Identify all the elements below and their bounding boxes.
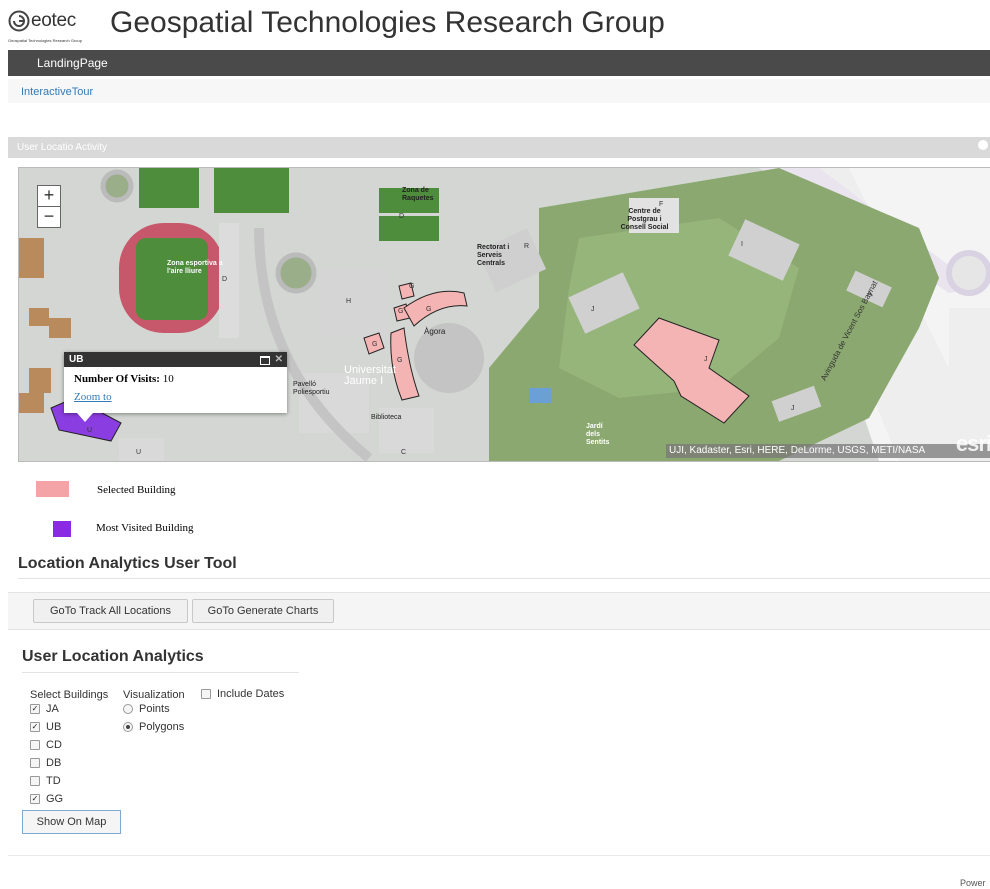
svg-text:J: J [591, 306, 595, 313]
popup-pointer [77, 413, 93, 422]
svg-text:U: U [87, 427, 92, 434]
popup-body: Number Of Visits: 10 Zoom to [64, 367, 287, 403]
building-label-ja: JA [46, 703, 59, 715]
footer-powered-by: Power [960, 878, 986, 888]
svg-text:D: D [399, 213, 404, 220]
map-label-rectorat: Rectorat i Serveis Centrals [477, 244, 510, 267]
svg-text:R: R [524, 243, 529, 250]
panel-header: User Locatio Activity [8, 137, 990, 158]
svg-text:G: G [409, 283, 414, 290]
svg-text:J: J [791, 405, 795, 412]
panel-title: User Locatio Activity [17, 142, 108, 153]
map-label-uji: Universitat Jaume I [344, 364, 396, 387]
map-label-pavello: Pavelló Poliesportiu [293, 381, 330, 396]
building-checkbox-ub[interactable]: ✓ [30, 722, 40, 732]
zoom-out-button[interactable]: − [37, 206, 61, 228]
visualization-radio-polygons[interactable] [123, 722, 133, 732]
svg-text:G: G [372, 341, 377, 348]
map-label-jardi: Jardí dels Sentits [586, 423, 610, 446]
building-label-gg: GG [46, 793, 64, 805]
map-label-agora: Àgora [424, 327, 446, 336]
close-icon[interactable]: ✕ [275, 352, 283, 367]
track-locations-button[interactable]: GoTo Track All Locations [33, 599, 188, 623]
building-checkbox-gg[interactable]: ✓ [30, 794, 40, 804]
select-buildings-label: Select Buildings [30, 689, 109, 701]
include-dates-label: Include Dates [217, 688, 285, 700]
popup-visits-value: 10 [162, 373, 174, 385]
popup-visits-label: Number Of Visits: [74, 373, 160, 385]
bottom-divider [8, 855, 990, 856]
tool-title: Location Analytics User Tool [18, 555, 237, 572]
legend-label-selected: Selected Building [97, 484, 176, 496]
svg-text:J: J [704, 356, 708, 363]
building-label-db: DB [46, 757, 62, 769]
show-on-map-button[interactable]: Show On Map [22, 810, 121, 834]
zoom-in-button[interactable]: + [37, 185, 61, 207]
legend-swatch-most-visited [53, 521, 71, 537]
map-label-esportiva: Zona esportiva a l'aire lliure [167, 260, 223, 275]
svg-text:G: G [398, 308, 403, 315]
tool-divider [18, 578, 990, 579]
site-header: eotec Geospatial Technologies Research G… [0, 0, 990, 50]
visualization-label-points: Points [139, 703, 170, 715]
site-title: Geospatial Technologies Research Group [110, 6, 665, 39]
building-checkbox-cd[interactable] [30, 740, 40, 750]
visualization-radio-points[interactable] [123, 704, 133, 714]
map-attribution: UJI, Kadaster, Esri, HERE, DeLorme, USGS… [666, 444, 990, 458]
campus-map[interactable]: DFR IAH DGG GGG JJJ CUU Zona de Raquetes… [18, 167, 990, 462]
svg-text:U: U [136, 449, 141, 456]
legend-label-most-visited: Most Visited Building [96, 522, 194, 534]
map-canvas: DFR IAH DGG GGG JJJ CUU [19, 168, 990, 461]
logo-text: eotec [31, 10, 76, 31]
svg-text:I: I [741, 241, 743, 248]
building-checkbox-db[interactable] [30, 758, 40, 768]
popup-header: UB ✕ [64, 352, 287, 367]
analytics-divider [22, 672, 299, 673]
map-label-raquetes: Zona de Raquetes [402, 187, 434, 202]
logo-subtitle: Geospatial Technologies Research Group [8, 38, 82, 43]
visualization-label-polygons: Polygons [139, 721, 185, 733]
geotec-logo-mark [8, 10, 30, 32]
building-label-td: TD [46, 775, 61, 787]
geotec-logo[interactable]: eotec Geospatial Technologies Research G… [8, 8, 103, 46]
nav-landing-page[interactable]: LandingPage [37, 56, 108, 70]
map-label-biblioteca: Biblioteca [371, 414, 402, 421]
building-label-ub: UB [46, 721, 62, 733]
legend-swatch-selected [36, 481, 69, 497]
popup-title: UB [69, 354, 84, 365]
building-label-cd: CD [46, 739, 62, 751]
map-popup: UB ✕ Number Of Visits: 10 Zoom to [64, 352, 287, 422]
esri-logo: esri [955, 431, 990, 456]
svg-text:F: F [659, 201, 663, 208]
building-checkbox-ja[interactable]: ✓ [30, 704, 40, 714]
svg-text:C: C [401, 449, 406, 456]
analytics-title: User Location Analytics [22, 648, 204, 665]
gear-icon[interactable] [978, 140, 988, 150]
svg-text:G: G [397, 357, 402, 364]
map-label-postgrau: Centre de Postgrau i Consell Social [620, 208, 669, 231]
building-checkbox-td[interactable] [30, 776, 40, 786]
main-navbar: LandingPage [8, 50, 990, 76]
svg-text:H: H [346, 298, 351, 305]
sub-navbar: InteractiveTour [8, 79, 990, 103]
include-dates-checkbox[interactable] [201, 689, 211, 699]
popup-zoom-link[interactable]: Zoom to [74, 391, 277, 403]
visualization-label: Visualization [123, 689, 185, 701]
generate-charts-button[interactable]: GoTo Generate Charts [192, 599, 334, 623]
svg-text:G: G [426, 306, 431, 313]
svg-text:D: D [222, 276, 227, 283]
maximize-icon[interactable] [260, 356, 270, 365]
tool-toolbar: GoTo Track All Locations GoTo Generate C… [8, 592, 990, 630]
nav-interactive-tour[interactable]: InteractiveTour [21, 86, 93, 98]
